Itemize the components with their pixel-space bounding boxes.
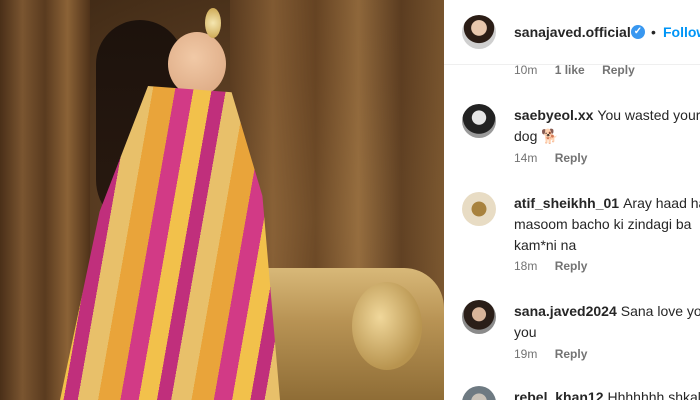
comment-time: 14m [514,151,538,165]
commenter-avatar[interactable] [462,386,496,400]
commenter-username[interactable]: atif_sheikhh_01 [514,195,619,211]
comment-text: you [514,324,537,340]
commenter-avatar[interactable] [462,192,496,226]
separator-dot: • [651,24,656,40]
comment-text: Sana love yo [620,303,700,319]
comment-meta: 14m Reply [514,151,587,165]
commenter-username[interactable]: sana.javed2024 [514,303,617,319]
commenter-avatar[interactable] [462,104,496,138]
reply-button[interactable]: Reply [555,347,588,361]
comment-text: You wasted your [597,107,700,123]
comment-text: dog 🐕 [514,128,559,144]
post-header: sanajaved.official ✓ • Follow [444,0,700,65]
comment-time: 18m [514,259,538,273]
comment-text: Aray haad ha [623,195,700,211]
comment-body: saebyeol.xx You wasted your dog 🐕 [514,105,700,147]
face [168,32,226,96]
comment-text: masoom bacho ki zindagi ba [514,216,692,232]
reply-button[interactable]: Reply [602,63,635,77]
post-image[interactable] [0,0,444,400]
pillow [352,282,422,370]
tikka-jewel [205,8,221,38]
comment-meta: 10m 1 like Reply [514,63,635,77]
comment-body: atif_sheikhh_01 Aray haad ha masoom bacho… [514,193,700,256]
comment-meta: 19m Reply [514,347,587,361]
reply-button[interactable]: Reply [555,259,588,273]
commenter-username[interactable]: rebel_khan12 [514,389,604,400]
verified-badge-icon: ✓ [631,25,645,39]
author-avatar[interactable] [462,15,496,49]
comment-time: 19m [514,347,538,361]
comments-panel: sanajaved.official ✓ • Follow 10m 1 like… [444,0,700,400]
commenter-avatar[interactable] [462,300,496,334]
author-username[interactable]: sanajaved.official [514,24,631,40]
comment-text: kam*ni na [514,237,577,253]
comment-body: sana.javed2024 Sana love yo you [514,301,700,343]
comment-meta: 18m Reply [514,259,587,273]
comment-likes[interactable]: 1 like [555,63,585,77]
comment-time: 10m [514,63,538,77]
comment-text: Hhhhhhh shkal [607,389,700,400]
comment-body: rebel_khan12 Hhhhhhh shkal [514,387,700,400]
reply-button[interactable]: Reply [555,151,588,165]
follow-button[interactable]: Follow [663,24,700,40]
commenter-username[interactable]: saebyeol.xx [514,107,593,123]
